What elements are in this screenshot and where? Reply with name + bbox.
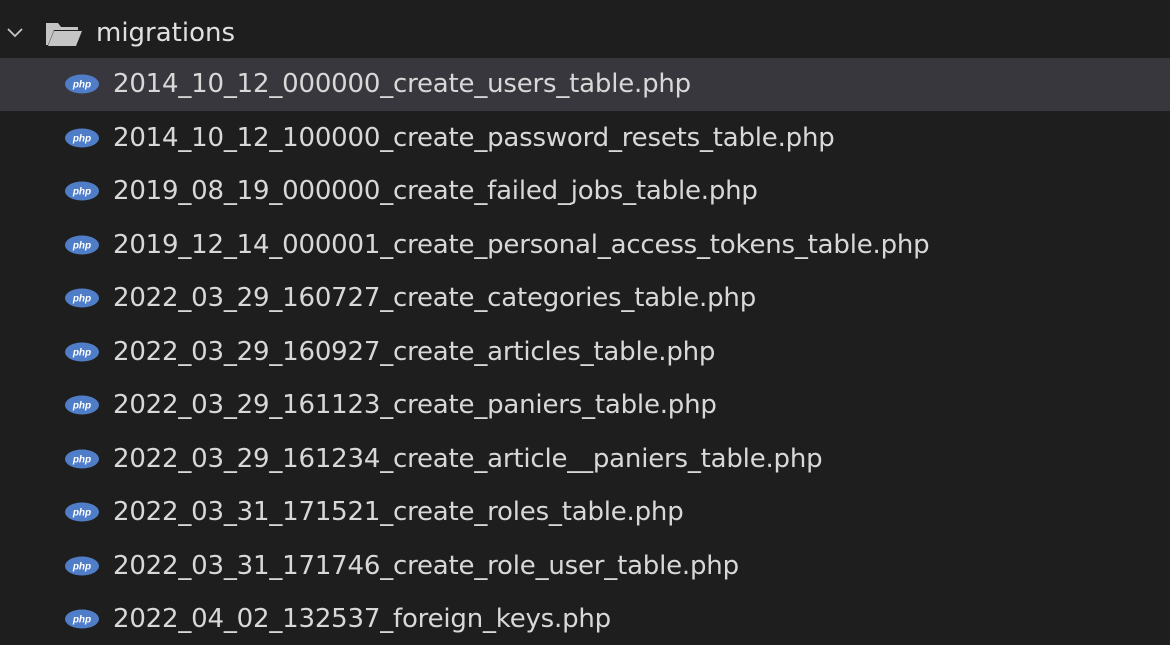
- php-icon-text: php: [72, 294, 91, 305]
- php-icon-text: php: [72, 347, 91, 358]
- file-name: 2022_03_31_171521_create_roles_table.php: [113, 497, 684, 527]
- file-row[interactable]: php 2022_03_31_171746_create_role_user_ta…: [0, 540, 1170, 593]
- file-row[interactable]: php 2022_04_02_132537_foreign_keys.php: [0, 593, 1170, 646]
- php-icon-text: php: [72, 401, 91, 412]
- file-name: 2022_03_31_171746_create_role_user_table…: [113, 550, 739, 581]
- file-explorer: migrations php 2014_10_12_000000_create_u…: [0, 0, 1170, 645]
- folder-name: migrations: [96, 18, 236, 48]
- file-row[interactable]: php 2022_03_31_171521_create_roles_table.…: [0, 486, 1170, 539]
- file-row[interactable]: php 2022_03_29_160927_create_articles_tab…: [0, 326, 1170, 379]
- file-row[interactable]: php 2014_10_12_100000_create_password_res…: [0, 112, 1170, 165]
- php-file-icon: php: [64, 449, 100, 469]
- php-icon-text: php: [72, 454, 91, 465]
- file-row[interactable]: php 2022_03_29_161234_create_article__pan…: [0, 433, 1170, 486]
- php-file-icon: php: [64, 609, 100, 629]
- file-name: 2014_10_12_000000_create_users_table.php: [113, 69, 691, 99]
- file-name: 2022_03_29_161123_create_paniers_table.p…: [113, 390, 717, 420]
- php-file-icon: php: [64, 235, 100, 255]
- php-file-icon: php: [64, 502, 100, 522]
- file-name: 2019_08_19_000000_create_failed_jobs_tab…: [113, 176, 758, 206]
- file-row[interactable]: php 2022_03_29_161123_create_paniers_tabl…: [0, 379, 1170, 432]
- folder-migrations[interactable]: migrations: [0, 7, 1170, 57]
- php-icon-text: php: [72, 240, 91, 251]
- php-icon-text: php: [72, 80, 91, 91]
- php-file-icon: php: [64, 288, 100, 308]
- php-file-icon: php: [64, 74, 100, 94]
- php-file-icon: php: [64, 128, 100, 148]
- file-name: 2022_03_29_161234_create_article__panier…: [113, 443, 823, 474]
- file-name: 2022_04_02_132537_foreign_keys.php: [113, 604, 611, 634]
- php-icon-text: php: [72, 561, 91, 572]
- file-row[interactable]: php 2014_10_12_000000_create_users_table.…: [0, 58, 1170, 111]
- php-icon-text: php: [72, 187, 91, 198]
- file-name: 2014_10_12_100000_create_password_resets…: [113, 122, 835, 153]
- folder-open-icon: [44, 20, 84, 48]
- file-row[interactable]: php 2022_03_29_160727_create_categories_t…: [0, 272, 1170, 325]
- file-name: 2019_12_14_000001_create_personal_access…: [113, 229, 930, 260]
- php-file-icon: php: [64, 395, 100, 415]
- php-icon-text: php: [72, 133, 91, 144]
- file-row[interactable]: php 2019_12_14_000001_create_personal_acc…: [0, 219, 1170, 272]
- file-name: 2022_03_29_160727_create_categories_tabl…: [113, 283, 757, 313]
- php-file-icon: php: [64, 181, 100, 201]
- file-row[interactable]: php 2019_08_19_000000_create_failed_jobs_…: [0, 165, 1170, 218]
- php-icon-text: php: [72, 615, 91, 626]
- chevron-down-icon[interactable]: [6, 24, 24, 42]
- php-file-icon: php: [64, 556, 100, 576]
- file-name: 2022_03_29_160927_create_articles_table.…: [113, 336, 716, 367]
- php-icon-text: php: [72, 508, 91, 519]
- php-file-icon: php: [64, 342, 100, 362]
